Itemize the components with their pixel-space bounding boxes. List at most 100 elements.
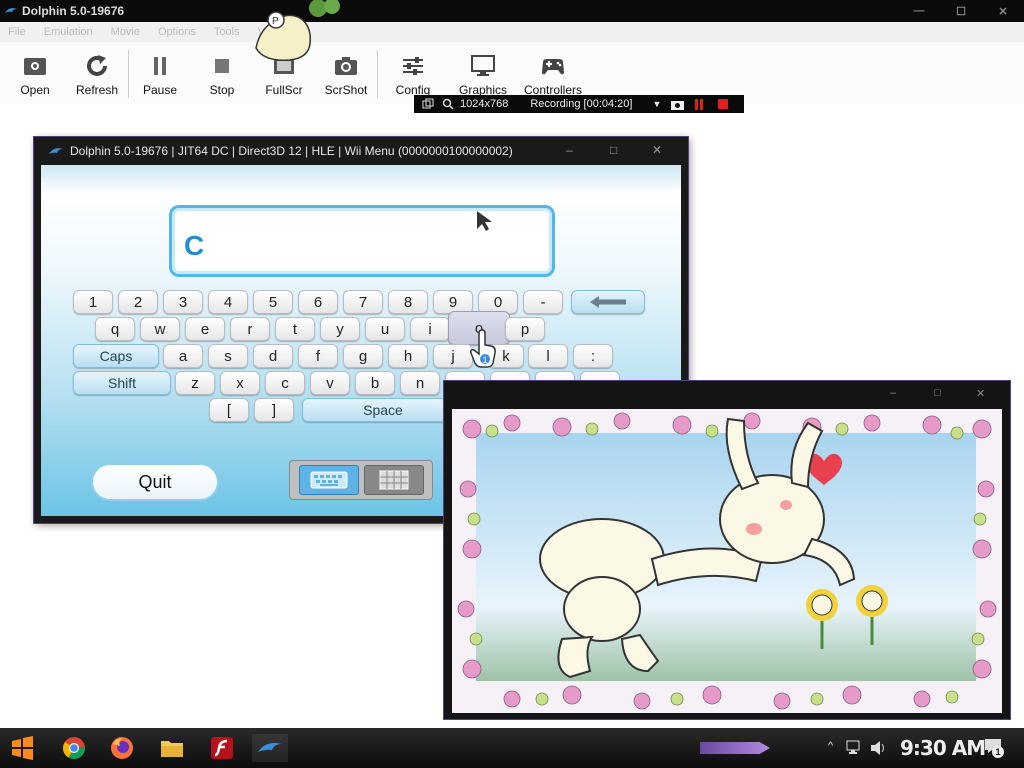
key-h[interactable]: h [388, 344, 428, 368]
key-q[interactable]: q [95, 317, 135, 341]
key-3[interactable]: 3 [163, 290, 203, 314]
key-z[interactable]: z [175, 371, 215, 395]
key-a[interactable]: a [163, 344, 203, 368]
menu-file[interactable]: File [8, 26, 26, 38]
key-1[interactable]: 1 [73, 290, 113, 314]
game-window-title-bar: – □ ✕ [444, 381, 1010, 409]
taskbar-clock[interactable]: 9:30 AM [900, 736, 986, 760]
key-n[interactable]: n [400, 371, 440, 395]
main-title-bar: Dolphin 5.0-19676 — ☐ ✕ [0, 0, 1024, 22]
close-button[interactable]: ✕ [976, 387, 985, 400]
svg-text:P: P [272, 16, 279, 27]
game-screen [452, 409, 1002, 713]
taskbar-chrome[interactable] [60, 734, 88, 762]
stop-button[interactable]: Stop [191, 42, 253, 104]
key-g[interactable]: g [343, 344, 383, 368]
maximize-button[interactable]: ☐ [940, 0, 982, 22]
text-input-field[interactable]: C [169, 205, 555, 277]
open-button[interactable]: Open [4, 42, 66, 104]
window-mode-icon[interactable] [422, 98, 434, 110]
pause-recording-icon[interactable] [694, 98, 704, 110]
caps-key[interactable]: Caps [73, 344, 159, 368]
key-r[interactable]: r [230, 317, 270, 341]
qwerty-mode-button[interactable] [298, 465, 359, 495]
key-2[interactable]: 2 [118, 290, 158, 314]
network-icon[interactable] [846, 740, 864, 756]
menu-movie[interactable]: Movie [111, 26, 140, 38]
minimize-button[interactable]: — [898, 0, 940, 22]
key-8[interactable]: 8 [388, 290, 428, 314]
stop-recording-icon[interactable] [718, 99, 729, 109]
key-t[interactable]: t [275, 317, 315, 341]
key-colon[interactable]: : [573, 344, 613, 368]
space-key[interactable]: Space [302, 398, 464, 422]
key-w[interactable]: w [140, 317, 180, 341]
sliders-icon [403, 57, 423, 75]
quit-button[interactable]: Quit [91, 463, 219, 501]
key-u[interactable]: u [365, 317, 405, 341]
chrome-icon [63, 737, 85, 759]
key-e[interactable]: e [185, 317, 225, 341]
key-6[interactable]: 6 [298, 290, 338, 314]
start-button[interactable] [8, 734, 36, 762]
minimize-button[interactable]: – [890, 387, 896, 399]
key-left-bracket[interactable]: [ [209, 398, 249, 422]
pause-icon [154, 57, 166, 75]
minimize-button[interactable]: – [566, 143, 573, 157]
recording-resolution: 1024x768 [460, 98, 509, 110]
start-menu-icon [12, 736, 33, 760]
grid-keypad-icon [379, 470, 408, 490]
key-right-bracket[interactable]: ] [254, 398, 294, 422]
backspace-arrow-icon [590, 296, 626, 308]
key-d[interactable]: d [253, 344, 293, 368]
chevron-up-icon[interactable]: ^ [828, 740, 833, 752]
menu-tools[interactable]: Tools [214, 26, 240, 38]
key-s[interactable]: s [208, 344, 248, 368]
pause-button[interactable]: Pause [129, 42, 191, 104]
camera-icon[interactable] [671, 99, 685, 110]
magnifier-icon[interactable] [442, 98, 454, 110]
taskbar: ^ 9:30 AM 1 [0, 728, 1024, 768]
refresh-button[interactable]: Refresh [66, 42, 128, 104]
close-button[interactable]: ✕ [982, 0, 1024, 22]
key-x[interactable]: x [220, 371, 260, 395]
maximize-button[interactable]: □ [934, 387, 941, 399]
folder-icon [161, 741, 183, 757]
key-f[interactable]: f [298, 344, 338, 368]
key-minus[interactable]: - [523, 290, 563, 314]
keyboard-top-band [41, 165, 681, 191]
menu-options[interactable]: Options [158, 26, 196, 38]
taskbar-dolphin[interactable] [252, 734, 288, 762]
menu-emulation[interactable]: Emulation [44, 26, 93, 38]
key-5[interactable]: 5 [253, 290, 293, 314]
stop-icon [215, 59, 229, 73]
text-input-value: C [184, 230, 205, 261]
backspace-key[interactable] [571, 290, 645, 314]
taskbar-file-explorer[interactable] [158, 734, 186, 762]
key-i[interactable]: i [410, 317, 450, 341]
close-button[interactable]: ✕ [652, 143, 662, 157]
key-b[interactable]: b [355, 371, 395, 395]
grid-mode-button[interactable] [363, 465, 424, 495]
main-window-title: Dolphin 5.0-19676 [22, 4, 125, 18]
taskbar-flash[interactable] [208, 734, 236, 762]
wii-hand-pointer-icon: 1 [470, 329, 496, 368]
dolphin-icon [49, 148, 63, 154]
recording-bar: 1024x768 Recording [00:04:20] ▼ [414, 95, 744, 113]
desktop: Dolphin 5.0-19676 — ☐ ✕ File Emulation M… [0, 0, 1024, 768]
taskbar-firefox[interactable] [108, 734, 136, 762]
key-c[interactable]: c [265, 371, 305, 395]
keyboard-mode-switch [289, 460, 433, 500]
notification-center-button[interactable]: 1 [984, 738, 1006, 758]
key-j[interactable]: j [433, 344, 473, 368]
chevron-down-icon[interactable]: ▼ [652, 99, 661, 109]
key-y[interactable]: y [320, 317, 360, 341]
shift-key[interactable]: Shift [73, 371, 171, 395]
key-p[interactable]: p [505, 317, 545, 341]
volume-icon[interactable] [870, 740, 888, 756]
key-4[interactable]: 4 [208, 290, 248, 314]
key-7[interactable]: 7 [343, 290, 383, 314]
key-l[interactable]: l [528, 344, 568, 368]
maximize-button[interactable]: □ [610, 143, 617, 157]
key-v[interactable]: v [310, 371, 350, 395]
